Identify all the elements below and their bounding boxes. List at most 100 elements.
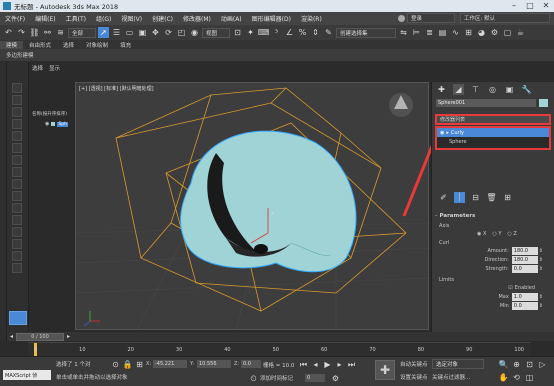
explorer-tab-select[interactable]: 选择 <box>29 64 46 72</box>
select-manipulate-icon[interactable]: ✦ <box>245 27 256 38</box>
show-end-result-icon[interactable]: ⏐ <box>454 192 465 203</box>
spinner-snap-icon[interactable]: ⇕ <box>310 27 321 38</box>
key-mode-dropdown[interactable]: 选定对象 <box>432 359 484 369</box>
curly-sphere[interactable] <box>180 130 357 273</box>
make-unique-icon[interactable]: ⊟ <box>470 192 481 203</box>
min-spinner-icon[interactable]: ⇕ <box>539 303 543 309</box>
material-editor-icon[interactable]: ◕ <box>476 27 487 38</box>
configure-sets-icon[interactable]: ⊞ <box>502 192 513 203</box>
keyboard-shortcut-icon[interactable]: ⌨ <box>258 27 270 38</box>
zoom-extents-icon[interactable]: ⊡ <box>524 359 535 370</box>
display-bones-icon[interactable] <box>12 191 22 201</box>
render-production-icon[interactable]: ☕ <box>515 27 526 38</box>
set-key-button[interactable]: 设置关键点 <box>400 373 428 381</box>
rendered-frame-window-icon[interactable]: ▢ <box>502 27 513 38</box>
modifier-on-icon[interactable]: ◉ <box>440 130 444 136</box>
place-icon[interactable]: ◉ <box>189 27 200 38</box>
align-icon[interactable]: ⊨ <box>411 27 422 38</box>
display-geometry-icon[interactable] <box>12 95 22 105</box>
auto-key-button[interactable]: 自动关键点 <box>400 360 428 368</box>
display-none-icon[interactable] <box>12 83 22 93</box>
next-key-icon[interactable]: ▸ <box>334 359 345 370</box>
axis-x-radio[interactable]: ◉ X <box>477 231 486 237</box>
motion-panel-icon[interactable]: ◎ <box>487 84 498 95</box>
maximize-viewport-icon[interactable]: ◫ <box>524 372 535 383</box>
explorer-item-label[interactable]: Sph <box>57 121 68 127</box>
play-icon[interactable]: ▶ <box>322 359 333 370</box>
isolate-selection-icon[interactable]: ⊙ <box>110 359 121 370</box>
explorer-column-header[interactable]: 名称(按升序排序) <box>32 111 75 117</box>
mirror-icon[interactable]: ⇋ <box>398 27 409 38</box>
modifier-list-dropdown[interactable]: 修改器列表 <box>435 114 551 125</box>
remove-modifier-icon[interactable]: 🗑 <box>486 192 497 203</box>
amount-field[interactable]: 180.0 <box>511 246 538 255</box>
display-all-icon[interactable] <box>12 239 22 249</box>
object-color-swatch[interactable] <box>539 99 548 107</box>
select-object-icon[interactable]: ➚ <box>98 27 109 38</box>
time-configuration-icon[interactable]: ⚙ <box>330 373 341 384</box>
create-panel-icon[interactable]: ✚ <box>436 84 447 95</box>
undo-icon[interactable]: ↶ <box>3 27 14 38</box>
close-button[interactable]: ✕ <box>538 0 554 12</box>
pivot-center-icon[interactable]: ⊡ <box>232 27 243 38</box>
tab-populate[interactable]: 填充 <box>114 41 137 49</box>
modify-panel-icon[interactable]: ◢ <box>453 84 464 95</box>
max-field[interactable]: 1.0 <box>511 292 538 301</box>
display-hidden-icon[interactable] <box>12 227 22 237</box>
explorer-row[interactable]: ◉ Sph <box>45 121 68 127</box>
strength-field[interactable]: 0.0 <box>511 264 538 273</box>
selection-lock-icon[interactable]: 🔒 <box>122 359 133 370</box>
ribbon-icon[interactable]: ▤ <box>437 27 448 38</box>
menu-edit[interactable]: 编辑(E) <box>30 14 60 23</box>
bind-space-warp-icon[interactable]: ≋ <box>55 27 66 38</box>
filter-icon[interactable] <box>12 251 22 261</box>
menu-rendering[interactable]: 渲染(R) <box>296 14 327 23</box>
z-coordinate-field[interactable]: 0.0 <box>241 360 261 368</box>
hierarchy-panel-icon[interactable]: ⊤ <box>470 84 481 95</box>
rollout-header[interactable]: – Parameters <box>435 212 551 220</box>
layer-explorer-icon[interactable]: ≣ <box>424 27 435 38</box>
select-by-name-icon[interactable]: ☰ <box>111 27 122 38</box>
menu-graph-editors[interactable]: 图形编辑器(D) <box>247 14 296 23</box>
stack-item-sphere[interactable]: Sphere <box>437 137 549 146</box>
zoom-icon[interactable]: 🔍 <box>498 359 509 370</box>
rectangular-selection-icon[interactable]: ▭ <box>124 27 135 38</box>
display-frozen-icon[interactable] <box>12 215 22 225</box>
layer-button[interactable] <box>9 311 27 325</box>
set-key-big-button[interactable]: ✚ <box>375 360 395 380</box>
display-spacewarps-icon[interactable] <box>12 155 22 165</box>
track-bar[interactable]: 0 10 20 30 40 50 60 70 80 90 100 <box>28 342 530 356</box>
snaps-toggle-icon[interactable]: ³ <box>271 27 282 38</box>
stack-item-curly[interactable]: ◉ ▸ Curly <box>437 128 549 137</box>
go-to-end-icon[interactable]: ⏭ <box>346 359 357 370</box>
prev-frame-icon[interactable]: ◂ <box>7 331 16 342</box>
percent-snap-icon[interactable]: % <box>297 27 308 38</box>
menu-tools[interactable]: 工具(T) <box>61 14 91 23</box>
display-cameras-icon[interactable] <box>12 131 22 141</box>
minimize-button[interactable]: – <box>506 0 522 12</box>
tab-selection[interactable]: 选择 <box>57 41 80 49</box>
display-groups-icon[interactable] <box>12 167 22 177</box>
reference-coordinate-dropdown[interactable]: 视图 <box>202 27 230 38</box>
expand-arrow-icon[interactable]: ▸ <box>446 130 449 136</box>
enabled-row[interactable]: ☑ Enabled <box>435 283 551 292</box>
menu-create[interactable]: 创建(C) <box>147 14 178 23</box>
redo-icon[interactable]: ↷ <box>16 27 27 38</box>
tab-modeling[interactable]: 建模 <box>0 40 24 49</box>
menu-modifiers[interactable]: 修改器(M) <box>178 14 216 23</box>
direction-spinner-icon[interactable]: ⇕ <box>539 257 543 263</box>
utilities-panel-icon[interactable]: 🔧 <box>521 84 532 95</box>
explorer-tab-display[interactable]: 显示 <box>46 64 63 72</box>
direction-field[interactable]: 180.0 <box>511 255 538 264</box>
unlink-icon[interactable]: ⚯ <box>42 27 53 38</box>
rotate-icon[interactable]: ⟳ <box>163 27 174 38</box>
previous-frame-icon[interactable]: ◂ <box>310 359 321 370</box>
maxscript-listener[interactable]: MAXScript 侦 <box>3 370 51 380</box>
tab-freeform[interactable]: 自由形式 <box>23 41 57 49</box>
max-spinner-icon[interactable]: ⇕ <box>539 294 543 300</box>
selection-filter-dropdown[interactable]: 全部 <box>68 27 96 38</box>
axis-z-radio[interactable]: ○ Z <box>507 231 516 237</box>
display-helpers-icon[interactable] <box>12 143 22 153</box>
move-icon[interactable]: ✥ <box>150 27 161 38</box>
find-icon[interactable] <box>12 263 22 273</box>
